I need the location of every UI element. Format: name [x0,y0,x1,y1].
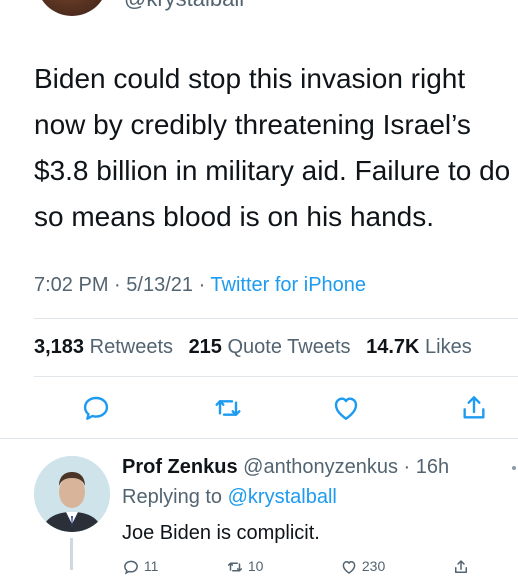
reply-age[interactable]: 16h [416,456,449,478]
profile-photo-icon [34,456,110,532]
retweets-label: Retweets [89,336,173,358]
meta-separator: · [114,274,127,296]
reply-retweets-count: 10 [247,558,264,574]
share-icon [463,396,485,419]
retweet-icon [215,400,241,416]
reply-author-handle[interactable]: @anthonyzenkus [243,456,398,478]
reply-avatar[interactable] [34,456,110,532]
like-icon [334,397,358,420]
share-button[interactable] [458,392,490,424]
reply-icon [83,396,109,420]
reply-like-action[interactable]: 230 [340,558,386,574]
reply-icon [124,560,138,575]
meta-separator: · [198,274,211,296]
retweet-icon [227,562,243,572]
reply-replies-count: 11 [143,558,159,574]
author-handle[interactable]: @krystalball [124,0,244,12]
tweet-text: Biden could stop this invasion right now… [34,63,511,232]
tweet-stats: 3,183 Retweets 215 Quote Tweets 14.7K Li… [34,336,472,359]
likes-label: Likes [425,336,472,358]
tweet-date[interactable]: 5/13/21 [126,274,193,296]
quotes-count: 215 [188,336,222,358]
share-icon [455,560,467,573]
more-options-icon[interactable] [512,466,516,470]
likes-count: 14.7K [366,336,420,358]
reply-share-action[interactable] [452,558,470,573]
tweet-source[interactable]: Twitter for iPhone [210,274,366,296]
divider [0,438,518,439]
like-button[interactable] [330,392,362,424]
reply-button[interactable] [80,392,112,424]
thread-line [70,538,73,570]
likes-stat[interactable]: 14.7K Likes [366,336,472,358]
tweet-meta: 7:02 PM · 5/13/21 · Twitter for iPhone [34,274,366,297]
meta-separator: · [403,456,411,478]
quotes-label: Quote Tweets [227,336,351,358]
retweets-stat[interactable]: 3,183 Retweets [34,336,173,358]
retweet-button[interactable] [212,392,244,424]
replying-to: Replying to @krystalball [122,486,337,509]
reply-author-name[interactable]: Prof Zenkus [122,456,238,478]
reply-header: Prof Zenkus @anthonyzenkus · 16h [122,456,449,479]
replying-to-handle[interactable]: @krystalball [228,486,337,508]
quote-tweets-stat[interactable]: 215 Quote Tweets [189,336,351,358]
reply-retweet-action[interactable]: 10 [226,558,264,574]
divider [34,376,518,377]
like-icon [342,560,356,574]
reply-reply-action[interactable]: 11 [122,558,159,575]
divider [34,318,518,319]
tweet-time[interactable]: 7:02 PM [34,274,108,296]
replying-to-label: Replying to [122,486,223,508]
retweets-count: 3,183 [34,336,85,358]
reply-likes-count: 230 [361,558,386,574]
author-avatar[interactable] [36,0,108,16]
reply-text: Joe Biden is complicit. [122,522,320,544]
